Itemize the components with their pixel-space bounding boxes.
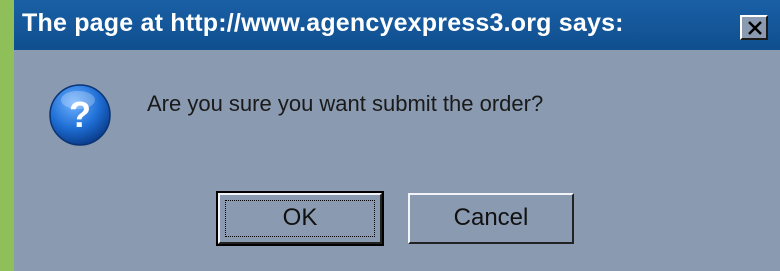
dialog-title: The page at http://www.agencyexpress3.or… bbox=[22, 9, 624, 37]
dialog-message: Are you sure you want submit the order? bbox=[147, 91, 544, 116]
svg-text:?: ? bbox=[69, 94, 91, 135]
page-background bbox=[0, 0, 14, 271]
ok-button[interactable]: OK bbox=[216, 191, 384, 246]
close-icon bbox=[748, 21, 762, 35]
dialog-titlebar: The page at http://www.agencyexpress3.or… bbox=[14, 0, 780, 50]
cancel-button-label: Cancel bbox=[453, 204, 529, 231]
cancel-button[interactable]: Cancel bbox=[408, 193, 574, 244]
focus-ring bbox=[225, 200, 375, 237]
question-icon: ? bbox=[49, 84, 111, 146]
alert-dialog: The page at http://www.agencyexpress3.or… bbox=[14, 0, 780, 271]
close-button[interactable] bbox=[740, 15, 768, 40]
